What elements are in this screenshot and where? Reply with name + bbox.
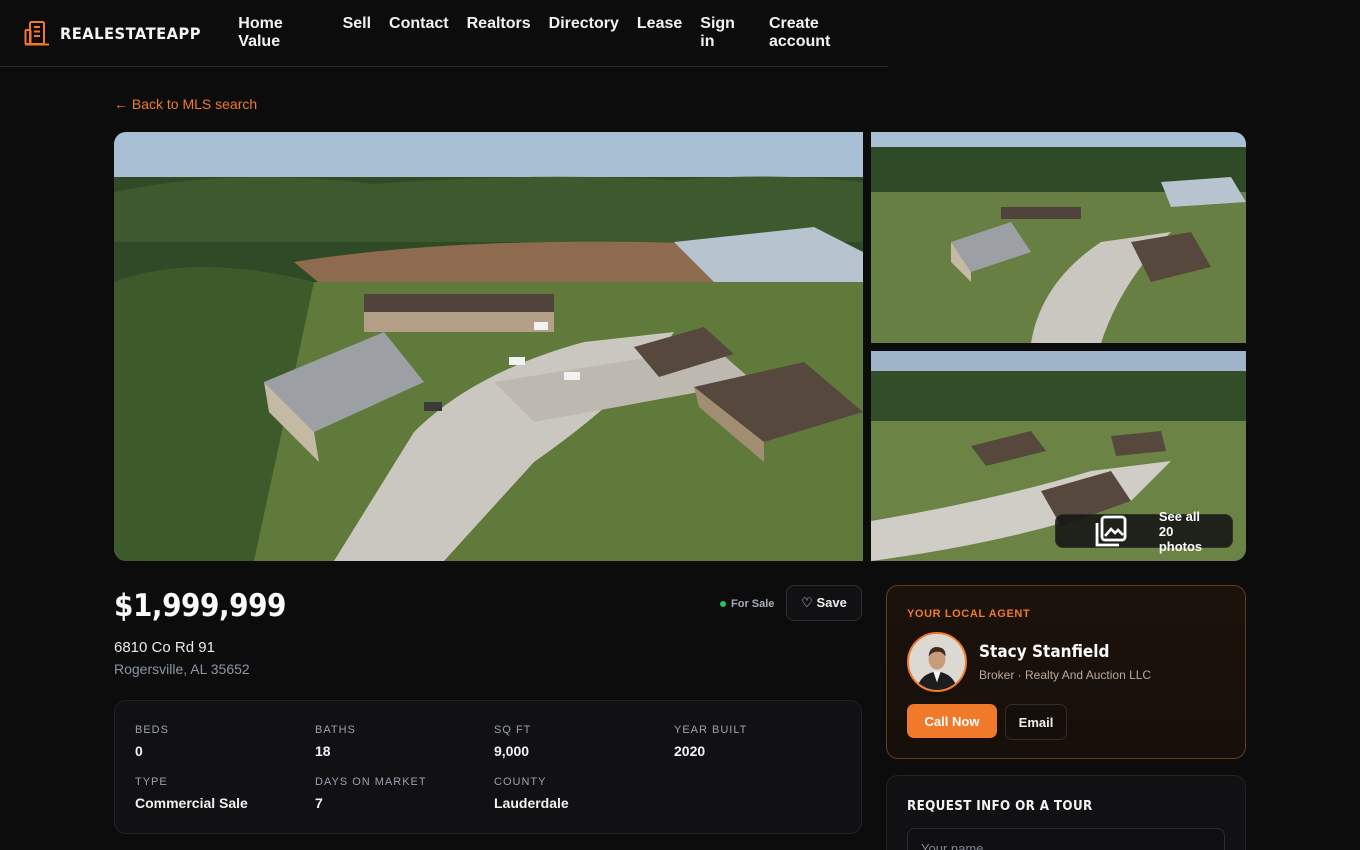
request-info-form: REQUEST INFO OR A TOUR [886, 775, 1246, 850]
avatar [907, 632, 967, 692]
request-form-title: REQUEST INFO OR A TOUR [907, 799, 1093, 814]
nav-realtors[interactable]: Realtors [458, 15, 540, 51]
gallery-photo-3[interactable]: See all 20 photos [871, 351, 1246, 561]
nav-sell[interactable]: Sell [334, 15, 380, 51]
fact-county: COUNTY Lauderdale [494, 776, 569, 811]
photo-gallery: See all 20 photos [114, 132, 1246, 561]
fact-value: 18 [315, 743, 331, 759]
local-agent-card: YOUR LOCAL AGENT Stacy Stanfield Broker … [886, 585, 1246, 759]
top-navigation-bar: REALESTATEAPP Home Value Sell Contact Re… [0, 0, 888, 67]
fact-value: 2020 [674, 743, 706, 759]
fact-value: 0 [135, 743, 143, 759]
status-label: For Sale [731, 598, 775, 610]
back-to-search-link[interactable]: ← Back to MLS search [114, 96, 257, 112]
nav-lease[interactable]: Lease [628, 15, 691, 51]
listing-street-address: 6810 Co Rd 91 [114, 639, 215, 656]
listing-price: $1,999,999 [114, 588, 287, 624]
photos-icon [1095, 515, 1127, 547]
fact-label: SQ FT [494, 724, 532, 736]
fact-beds: BEDS 0 [135, 724, 169, 759]
brand-name: REALESTATEAPP [60, 23, 202, 43]
see-all-photos-button[interactable]: See all 20 photos [1054, 509, 1233, 554]
gallery-photo-2[interactable] [871, 132, 1246, 343]
fact-baths: BATHS 18 [315, 724, 356, 759]
nav-home-value[interactable]: Home Value [229, 15, 333, 51]
listing-city-state-zip: Rogersville, AL 35652 [114, 661, 250, 677]
fact-days-on-market: DAYS ON MARKET 7 [315, 776, 427, 811]
fact-label: BATHS [315, 724, 356, 736]
fact-type: TYPE Commercial Sale [135, 776, 248, 811]
fact-value: 9,000 [494, 743, 530, 759]
main-listing-photo[interactable] [114, 132, 863, 561]
nav-contact[interactable]: Contact [380, 15, 458, 51]
nav-directory[interactable]: Directory [540, 15, 628, 51]
agent-card-kicker: YOUR LOCAL AGENT [907, 608, 1031, 620]
email-agent-button[interactable]: Email [1005, 704, 1067, 740]
brand-logo-link[interactable]: REALESTATEAPP [24, 20, 213, 46]
nav-create-account[interactable]: Create account [760, 15, 888, 51]
main-nav: Home Value Sell Contact Realtors Directo… [229, 15, 888, 51]
fact-label: COUNTY [494, 776, 547, 788]
see-all-photos-label: See all 20 photos [1158, 508, 1203, 554]
fact-label: DAYS ON MARKET [315, 776, 427, 788]
fact-value: Lauderdale [494, 795, 569, 811]
fact-value: Commercial Sale [135, 795, 248, 811]
fact-sqft: SQ FT 9,000 [494, 724, 531, 759]
fact-label: YEAR BUILT [674, 724, 748, 736]
building-icon [24, 21, 49, 46]
fact-year-built: YEAR BUILT 2020 [674, 724, 747, 759]
name-field[interactable] [907, 828, 1225, 850]
fact-value: 7 [315, 795, 323, 811]
nav-sign-in[interactable]: Sign in [691, 15, 760, 51]
status-dot-icon [720, 601, 726, 607]
agent-name: Stacy Stanfield [979, 642, 1110, 662]
key-facts-panel: BEDS 0 BATHS 18 SQ FT 9,000 YEAR BUILT 2… [114, 700, 862, 834]
status-badge: For Sale [720, 598, 774, 610]
save-listing-button[interactable]: ♡ Save [786, 585, 862, 621]
call-now-button[interactable]: Call Now [907, 704, 997, 738]
agent-title-brokerage: Broker · Realty And Auction LLC [979, 668, 1152, 682]
fact-label: BEDS [135, 724, 169, 736]
fact-label: TYPE [135, 776, 168, 788]
